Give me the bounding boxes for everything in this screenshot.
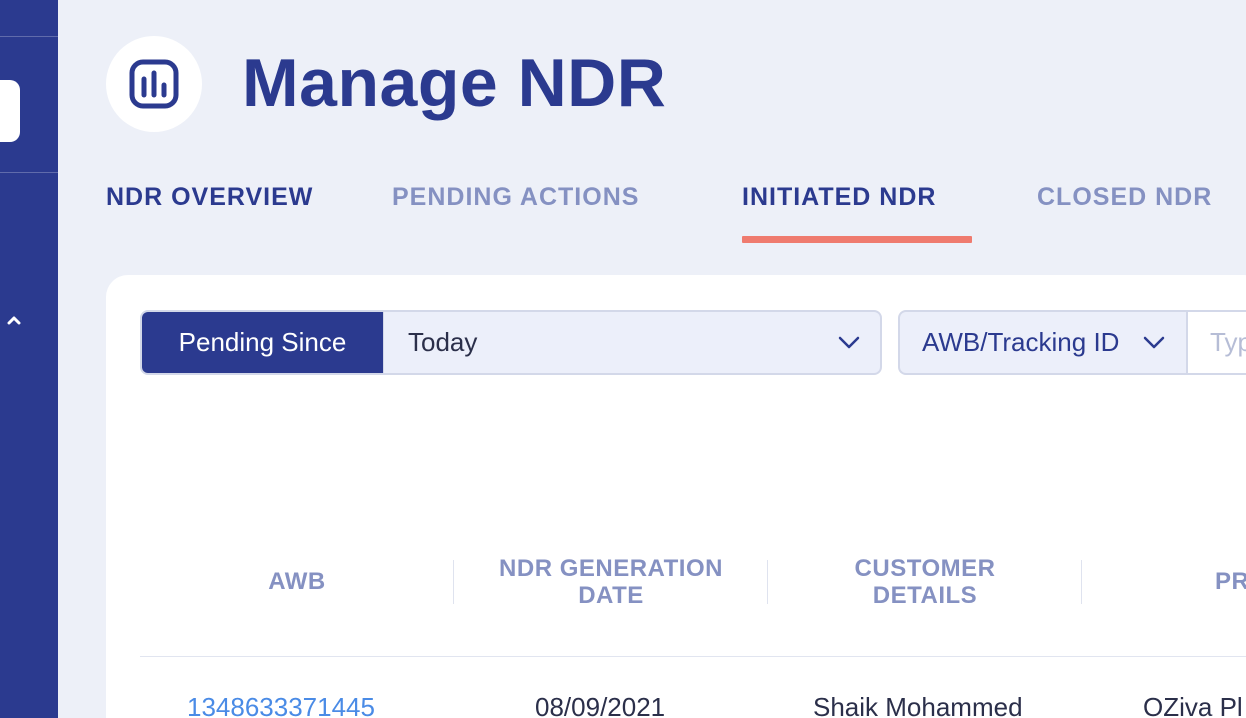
page-title: Manage NDR — [242, 45, 667, 121]
tab-ndr-overview[interactable]: NDR OVERVIEW — [106, 183, 313, 212]
column-header-ndr-date: NDR GENERATION DATE — [470, 555, 752, 609]
sidebar — [0, 0, 58, 718]
search-type-select[interactable]: AWB/Tracking ID — [900, 312, 1188, 373]
sidebar-active-item[interactable] — [0, 80, 20, 142]
column-header-ndr-date-line1: NDR GENERATION — [499, 555, 723, 582]
page-logo — [106, 36, 202, 132]
pending-since-filter: Pending Since Today — [140, 310, 882, 375]
column-header-customer: CUSTOMER DETAILS — [800, 555, 1050, 609]
table-header-divider — [140, 656, 1246, 657]
tab-pending-actions[interactable]: PENDING ACTIONS — [392, 183, 639, 212]
column-header-customer-line2: DETAILS — [872, 582, 978, 609]
product-cell: OZiva Pl — [1143, 692, 1243, 718]
ndr-date-cell: 08/09/2021 — [535, 692, 666, 718]
column-divider — [767, 560, 768, 604]
pending-since-button[interactable]: Pending Since — [142, 312, 383, 373]
chevron-down-icon — [838, 336, 860, 349]
awb-search-input[interactable] — [1188, 312, 1246, 373]
chevron-down-icon — [1143, 336, 1165, 349]
date-range-value: Today — [408, 327, 478, 357]
awb-link[interactable]: 1348633371445 — [187, 692, 375, 718]
sidebar-divider — [0, 172, 58, 173]
column-header-ndr-date-line2: DATE — [578, 582, 644, 609]
column-divider — [453, 560, 454, 604]
active-tab-indicator — [742, 236, 972, 243]
chevron-up-icon[interactable] — [7, 313, 21, 327]
column-divider — [1081, 560, 1082, 604]
date-range-select[interactable]: Today — [383, 312, 880, 373]
search-type-value: AWB/Tracking ID — [922, 327, 1120, 357]
sidebar-divider — [0, 36, 58, 37]
column-header-product: PR — [1215, 568, 1246, 595]
column-header-awb: AWB — [268, 568, 326, 595]
tab-closed-ndr[interactable]: CLOSED NDR — [1037, 183, 1212, 212]
customer-cell: Shaik Mohammed — [813, 692, 1023, 718]
bar-chart-icon — [129, 59, 179, 109]
awb-search-group: AWB/Tracking ID — [898, 310, 1246, 375]
column-header-customer-line1: CUSTOMER — [854, 555, 996, 582]
tab-initiated-ndr[interactable]: INITIATED NDR — [742, 183, 936, 212]
